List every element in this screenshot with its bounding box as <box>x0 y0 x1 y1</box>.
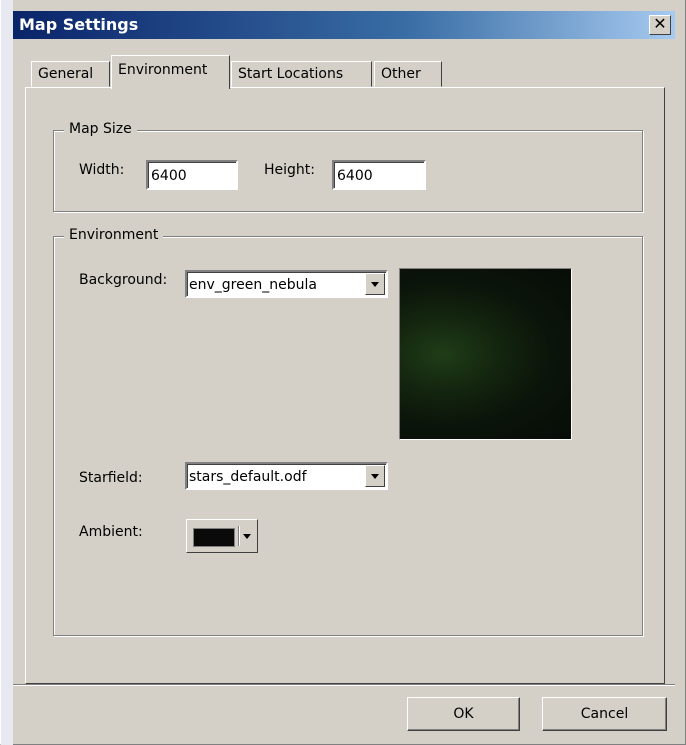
background-preview-image <box>399 268 572 440</box>
starfield-value: stars_default.odf <box>189 469 307 485</box>
close-icon: ✕ <box>653 14 667 33</box>
tab-label: Other <box>381 66 421 82</box>
window-title: Map Settings <box>19 15 139 34</box>
divider <box>238 526 240 546</box>
map-settings-dialog: Map Settings ✕ General Environment Start… <box>0 0 686 745</box>
chevron-down-icon <box>243 534 251 539</box>
background-value: env_green_nebula <box>189 277 317 293</box>
width-label: Width: <box>79 162 125 178</box>
background-label: Background: <box>79 272 168 288</box>
starfield-label: Starfield: <box>79 470 143 486</box>
tab-start-locations[interactable]: Start Locations <box>231 61 372 87</box>
tab-label: Start Locations <box>238 66 344 82</box>
tab-general[interactable]: General <box>31 61 110 87</box>
close-button[interactable]: ✕ <box>649 15 671 35</box>
chevron-down-icon[interactable] <box>365 465 385 487</box>
starfield-select[interactable]: stars_default.odf <box>185 462 388 490</box>
cancel-button[interactable]: Cancel <box>542 697 667 731</box>
window-frame <box>1 0 13 745</box>
ambient-color-swatch <box>193 528 235 547</box>
title-bar[interactable]: Map Settings ✕ <box>13 11 675 39</box>
tab-environment[interactable]: Environment <box>111 55 230 89</box>
ambient-label: Ambient: <box>79 524 143 540</box>
chevron-down-icon[interactable] <box>365 273 385 295</box>
background-select[interactable]: env_green_nebula <box>185 270 388 298</box>
height-label: Height: <box>264 162 315 178</box>
ambient-color-picker[interactable] <box>186 519 258 553</box>
environment-legend: Environment <box>64 227 164 243</box>
height-field[interactable]: 6400 <box>332 160 426 190</box>
ok-button[interactable]: OK <box>407 697 520 731</box>
tab-label: Environment <box>118 62 208 78</box>
map-size-legend: Map Size <box>64 121 137 137</box>
width-field[interactable]: 6400 <box>146 160 238 190</box>
divider <box>13 684 675 686</box>
tab-label: General <box>38 66 94 82</box>
tab-other[interactable]: Other <box>374 61 442 87</box>
